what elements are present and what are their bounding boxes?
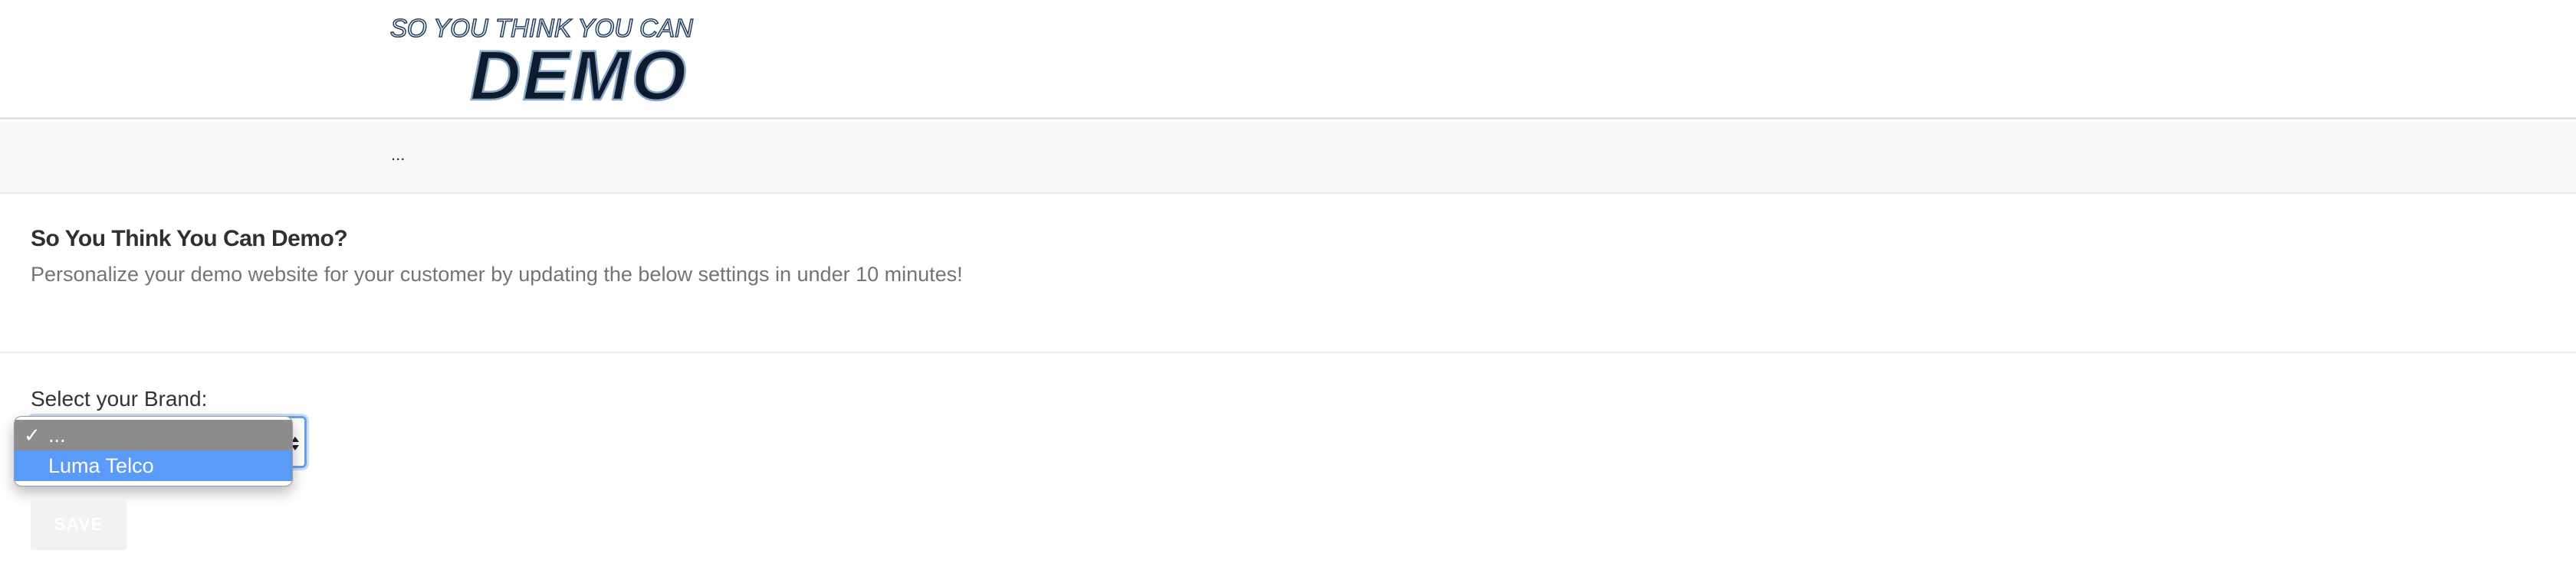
page-title: So You Think You Can Demo?: [31, 226, 348, 251]
dropdown-option-selected[interactable]: ✓ ...: [15, 420, 292, 450]
save-button[interactable]: SAVE: [31, 498, 127, 550]
logo-graphic: SO YOU THINK YOU CAN DEMO: [389, 13, 694, 107]
page-description: Personalize your demo website for your c…: [31, 263, 963, 286]
dropdown-option-luma-telco[interactable]: Luma Telco: [15, 450, 292, 481]
checkmark-icon: ✓: [24, 424, 41, 447]
brand-dropdown-menu[interactable]: ✓ ... Luma Telco: [14, 416, 293, 486]
logo-main-word: DEMO: [470, 37, 688, 107]
breadcrumb-bar: ...: [0, 122, 2576, 194]
dropdown-option-label: Luma Telco: [48, 454, 154, 477]
brand-select-label: Select your Brand:: [31, 387, 208, 411]
demo-logo[interactable]: SO YOU THINK YOU CAN DEMO: [387, 9, 732, 107]
dropdown-option-label: ...: [48, 424, 66, 447]
section-divider: [0, 352, 2576, 353]
site-header: SO YOU THINK YOU CAN DEMO: [0, 0, 2576, 120]
breadcrumb[interactable]: ...: [391, 145, 405, 165]
